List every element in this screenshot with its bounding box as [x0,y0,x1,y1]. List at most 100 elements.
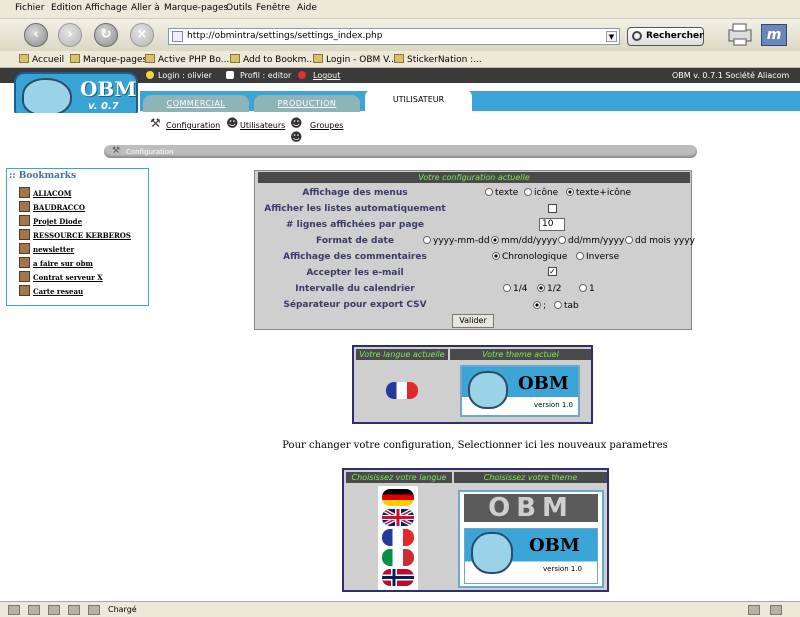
radio-menu-icone[interactable]: icône [524,188,558,198]
subnav-groupes[interactable]: Groupes [310,121,343,130]
radio-cal-quarter[interactable]: 1/4 [503,284,527,294]
option-label: Inverse [586,252,620,262]
bookmark-icon [145,54,155,63]
bookmark-icon [313,54,323,63]
radio-date-month[interactable]: dd mois yyyy [625,236,695,246]
elephant-icon [22,78,72,116]
theme-chooser[interactable]: OBM OBM version 1.0 [458,490,604,588]
menu-aide[interactable]: Aide [297,3,317,13]
radio-date-us[interactable]: mm/dd/yyyy [491,236,557,246]
logout-icon [298,71,306,79]
label-email: Accepter les e-mail [306,268,404,278]
germany-flag-icon[interactable] [382,489,414,506]
security-icon [770,605,782,615]
search-label: Rechercher [646,31,704,41]
italy-flag-icon[interactable] [382,549,414,566]
theme-obm-preview[interactable]: OBM version 1.0 [464,528,598,584]
bookmark-icon [19,187,30,198]
option-label: Chronologique [502,252,568,262]
chat-icon[interactable] [88,605,100,615]
france-flag-icon [386,382,418,399]
menu-fichier[interactable]: Fichier [15,3,44,13]
option-label: dd mois yyyy [635,236,695,246]
bookmark-item[interactable]: ALIACOM [33,189,71,198]
lines-per-page-input[interactable]: 10 [539,218,565,231]
bookmark-item[interactable]: Projet Diode [33,217,82,226]
composer-icon[interactable] [48,605,60,615]
section-title: Configuration [126,148,174,156]
valider-button[interactable]: Valider [452,314,494,328]
menu-outils[interactable]: Outils [226,3,252,13]
radio-csv-tab[interactable]: tab [554,301,579,311]
search-button[interactable]: Rechercher [627,27,704,46]
menu-marque-pages[interactable]: Marque-pages [164,3,228,13]
reload-button[interactable]: ↻ [94,23,118,47]
theme-default-logo[interactable]: OBM [464,494,598,522]
back-button[interactable]: ‹ [24,23,48,47]
subnav-configuration[interactable]: Configuration [166,121,220,130]
label-csv: Séparateur pour export CSV [283,300,427,310]
sub-navigation: ⚒ Configuration ☻ Utilisateurs ☻☻ Groupe… [0,113,800,144]
france-flag-icon[interactable] [382,529,414,546]
bookmark-item[interactable]: RESSOURCE KERBEROS [33,231,131,240]
current-theme-preview: OBM version 1.0 [460,365,580,417]
theme-version: version 1.0 [534,401,573,409]
option-label: 1/2 [547,284,562,294]
option-label: mm/dd/yyyy [501,236,558,246]
stop-button[interactable]: × [130,23,154,47]
radio-menu-texte-icone[interactable]: texte+icône [566,188,631,198]
bookmark-add-to[interactable]: Add to Bookm... [230,54,315,65]
forward-button[interactable]: › [58,23,82,47]
wrench-icon: ⚒ [112,146,121,156]
logo-version: v. 0.7 [88,101,119,112]
current-theme-header: Votre theme actuel [450,349,591,360]
bookmark-item[interactable]: newsletter [33,245,74,254]
radio-menu-texte[interactable]: texte [485,188,518,198]
bookmark-accueil[interactable]: Accueil [19,54,64,65]
browser-toolbar: ‹ › ↻ × http://obmintra/settings/setting… [0,19,800,51]
url-dropdown-icon[interactable]: ▼ [606,31,617,42]
radio-date-iso[interactable]: yyyy-mm-dd [423,236,490,246]
url-bar[interactable]: http://obmintra/settings/settings_index.… [168,28,620,45]
menu-fenetre[interactable]: Fenêtre [256,3,290,13]
menu-aller[interactable]: Aller à [131,3,160,13]
tab-commercial[interactable]: COMMERCIAL [143,95,249,112]
bookmark-marque-pages[interactable]: Marque-pages [70,54,147,65]
radio-comments-chrono[interactable]: Chronologique [492,252,567,262]
radio-off [579,284,587,292]
bookmark-item[interactable]: Contrat serveur X [33,273,103,282]
bookmark-login-obm[interactable]: Login - OBM V... [313,54,397,65]
config-header: Votre configuration actuelle [258,172,690,183]
uk-flag-icon[interactable] [382,509,414,526]
radio-cal-half[interactable]: 1/2 [537,284,561,294]
mail-icon[interactable] [28,605,40,615]
user-icon: ☻ [226,116,239,130]
logout-link[interactable]: Logout [313,71,340,80]
menu-affichage[interactable]: Affichage [85,3,127,13]
browser-status-bar: Chargé [0,601,800,617]
bookmarks-panel: :: Bookmarks ALIACOM BAUDRACCO Projet Di… [6,168,149,306]
option-label: 1/4 [513,284,528,294]
bookmark-stickernation[interactable]: StickerNation :... [394,54,482,65]
radio-comments-inverse[interactable]: Inverse [576,252,619,262]
checkbox-email[interactable]: ✓ [548,267,557,276]
label-menus: Affichage des menus [302,188,408,198]
radio-date-eu[interactable]: dd/mm/yyyy [558,236,624,246]
norway-flag-icon[interactable] [382,569,414,586]
addressbook-icon[interactable] [68,605,80,615]
radio-off [558,236,566,244]
bookmark-item[interactable]: BAUDRACCO [33,203,85,212]
menu-edition[interactable]: Edition [51,3,82,13]
radio-csv-semicolon[interactable]: ; [533,301,546,311]
subnav-utilisateurs[interactable]: Utilisateurs [240,121,285,130]
bookmark-item[interactable]: Carte reseau [33,287,83,296]
tab-utilisateur[interactable]: UTILISATEUR [365,89,472,113]
checkbox-autolist[interactable] [548,204,557,213]
bookmark-active-php[interactable]: Active PHP Bo... [145,54,229,65]
radio-cal-one[interactable]: 1 [579,284,595,294]
printer-icon[interactable] [725,21,755,47]
bookmark-item[interactable]: a faire sur obm [33,259,93,268]
bookmark-icon [19,285,30,296]
logo-text: OBM [80,77,137,101]
tab-production[interactable]: PRODUCTION [254,95,360,112]
